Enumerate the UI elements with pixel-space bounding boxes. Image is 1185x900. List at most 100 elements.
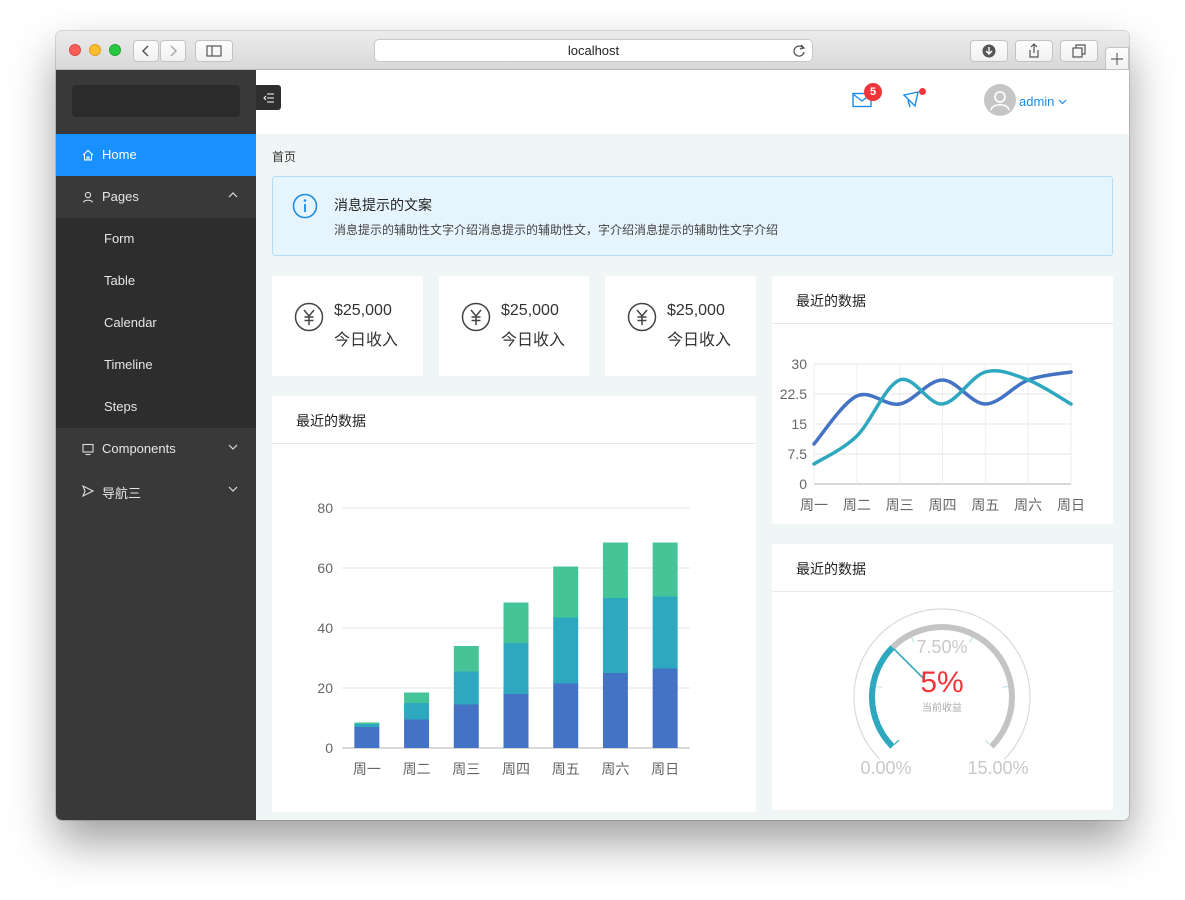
downloads-button[interactable] <box>970 40 1008 62</box>
new-tab-button[interactable] <box>1105 47 1129 70</box>
top-header: 5 admin <box>256 70 1129 134</box>
bar-segment <box>354 727 380 748</box>
plus-icon <box>1111 52 1123 65</box>
breadcrumb[interactable]: 首页 <box>272 148 296 165</box>
close-window-button[interactable] <box>69 44 81 56</box>
alert-description: 消息提示的辅助性文字介绍消息提示的辅助性文，字介绍消息提示的辅助性文字介绍 <box>334 223 779 237</box>
gauge-tick <box>875 685 882 689</box>
collapse-sidebar-button[interactable] <box>256 85 281 110</box>
yuan-icon <box>461 302 491 332</box>
x-tick-label: 周二 <box>403 761 431 777</box>
bar-segment <box>404 719 430 748</box>
x-tick-label: 周六 <box>601 761 629 777</box>
sidebar-item-home[interactable]: Home <box>56 134 256 176</box>
gauge-caption: 当前收益 <box>922 701 962 714</box>
bar-segment <box>503 602 529 643</box>
bar-segment <box>553 617 579 684</box>
sidebar-subitem-calendar[interactable]: Calendar <box>56 302 256 344</box>
x-tick-label: 周一 <box>353 761 381 777</box>
gauge-min-label: 0.00% <box>860 758 911 778</box>
y-tick-label: 80 <box>317 500 333 516</box>
bar-segment <box>602 542 628 598</box>
reload-icon[interactable] <box>792 44 806 58</box>
share-icon <box>1029 43 1039 58</box>
bar-segment <box>602 673 628 748</box>
y-tick-label: 40 <box>317 620 333 636</box>
y-tick-label: 20 <box>317 680 333 696</box>
card-title: 最近的数据 <box>796 561 866 577</box>
back-button[interactable] <box>133 40 159 62</box>
sidebar-item-components[interactable]: Components <box>56 428 256 470</box>
zoom-window-button[interactable] <box>109 44 121 56</box>
bar-segment <box>354 724 380 727</box>
chevron-right-icon <box>170 45 178 57</box>
browser-toolbar: localhost <box>56 31 1129 70</box>
chevron-down-icon[interactable] <box>1058 99 1067 105</box>
bar-segment <box>503 694 529 748</box>
main-content: 首页 消息提示的文案 消息提示的辅助性文字介绍消息提示的辅助性文，字介绍消息提示… <box>256 134 1129 820</box>
bar-segment <box>453 646 479 672</box>
minimize-window-button[interactable] <box>89 44 101 56</box>
gauge-card: 最近的数据 5% 当前收益 0.00% 7.50% 15.00% <box>772 544 1113 810</box>
sidebar-toggle-button[interactable] <box>195 40 233 62</box>
avatar[interactable] <box>984 84 1016 116</box>
sidebar-item-label: Home <box>102 147 137 162</box>
chevron-left-icon <box>141 45 149 57</box>
sidebar-subitem-table[interactable]: Table <box>56 260 256 302</box>
sidebar-subitem-form[interactable]: Form <box>56 218 256 260</box>
address-bar[interactable]: localhost <box>374 39 813 62</box>
bar-segment <box>652 542 678 597</box>
logo <box>72 85 240 117</box>
chevron-down-icon <box>228 444 238 450</box>
x-tick-label: 周五 <box>971 497 999 513</box>
sidebar-subitem-timeline[interactable]: Timeline <box>56 344 256 386</box>
indent-icon <box>262 93 274 102</box>
sidebar-subitem-label: Timeline <box>104 357 153 372</box>
y-tick-label: 0 <box>799 476 807 492</box>
x-tick-label: 周五 <box>552 761 580 777</box>
bar-segment <box>404 703 430 720</box>
sidebar-subitem-label: Form <box>104 231 135 246</box>
sidebar-item-nav3[interactable]: 导航三 <box>56 470 256 512</box>
gauge-tick <box>969 637 973 643</box>
info-alert: 消息提示的文案 消息提示的辅助性文字介绍消息提示的辅助性文，字介绍消息提示的辅助… <box>272 176 1113 256</box>
sidebar-subitem-label: Calendar <box>104 315 157 330</box>
address-text: localhost <box>567 43 620 58</box>
bar-segment <box>503 643 529 694</box>
gauge-value: 5% <box>920 666 963 699</box>
x-tick-label: 周四 <box>502 761 530 777</box>
sidebar-subitem-steps[interactable]: Steps <box>56 386 256 428</box>
yuan-icon <box>294 302 324 332</box>
x-tick-label: 周六 <box>1014 497 1042 513</box>
sidebar-subitem-label: Table <box>104 273 136 288</box>
browser-window: localhost Home Pages Form Table Calendar… <box>56 31 1129 820</box>
stat-value: $25,000 <box>501 302 559 319</box>
y-tick-label: 0 <box>325 740 333 756</box>
x-tick-label: 周二 <box>843 497 871 513</box>
bar-segment <box>553 566 579 618</box>
username-label[interactable]: admin <box>1019 94 1054 109</box>
sidebar-item-pages[interactable]: Pages <box>56 176 256 218</box>
alert-title: 消息提示的文案 <box>334 197 432 213</box>
bar-segment <box>652 596 678 669</box>
forward-button[interactable] <box>160 40 186 62</box>
chevron-down-icon <box>228 486 238 492</box>
line-chart-card: 最近的数据 0 7.5 15 22.5 30 周一 周二 周三 周四 周五 周六 周日 <box>772 276 1113 524</box>
y-tick-label: 60 <box>317 560 333 576</box>
share-button[interactable] <box>1015 40 1053 62</box>
gauge-chart: 5% 当前收益 0.00% 7.50% 15.00% <box>853 608 1031 778</box>
bar-segment <box>602 598 628 673</box>
bar-segment <box>404 692 430 703</box>
sidebar-subitem-label: Steps <box>104 399 138 414</box>
send-icon <box>81 484 95 498</box>
x-tick-label: 周日 <box>651 761 679 777</box>
x-tick-label: 周三 <box>452 761 480 777</box>
download-icon <box>982 44 996 58</box>
gauge-tick <box>894 739 900 745</box>
yuan-icon <box>627 302 657 332</box>
sidebar-item-label: Components <box>102 441 176 456</box>
stat-card: $25,000 今日收入 <box>439 276 589 376</box>
gauge-max-label: 15.00% <box>967 758 1028 778</box>
tabs-button[interactable] <box>1060 40 1098 62</box>
stat-card: $25,000 今日收入 <box>605 276 756 376</box>
